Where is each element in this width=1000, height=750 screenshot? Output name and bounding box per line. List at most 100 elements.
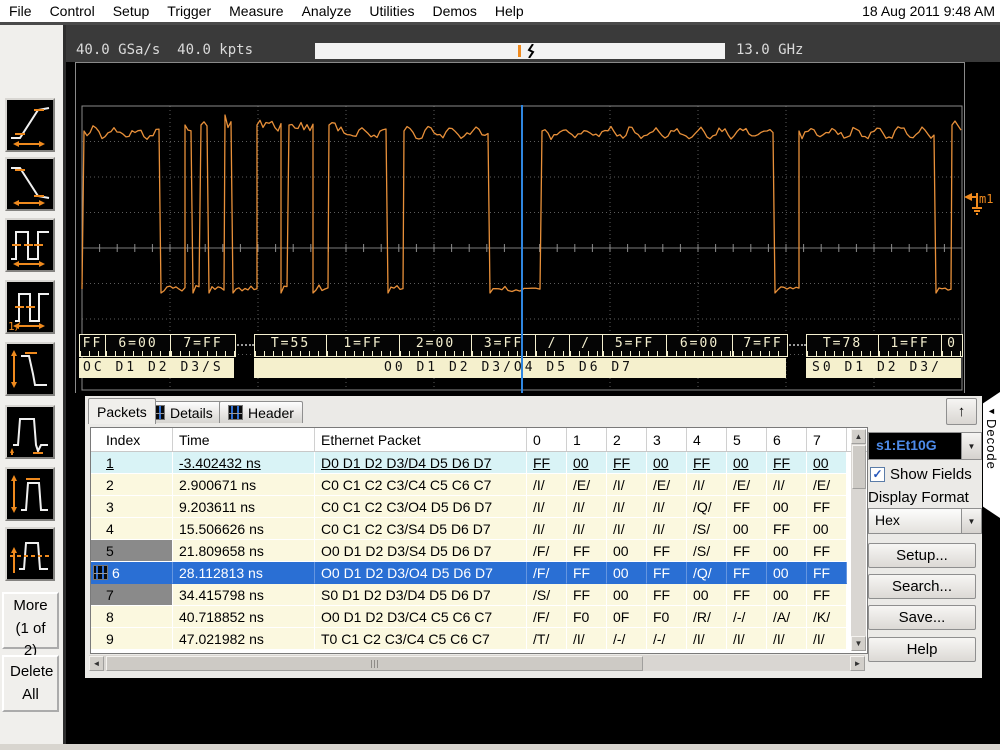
byte-cell-5[interactable]: 00 — [727, 452, 767, 474]
rise-time-button[interactable] — [5, 98, 55, 152]
packet-cell[interactable]: C0 C1 C2 C3/S4 D5 D6 D7 — [315, 518, 527, 540]
scroll-right-icon[interactable]: ► — [850, 656, 865, 671]
byte-cell-1[interactable]: /I/ — [567, 628, 607, 650]
time-cell[interactable]: 2.900671 ns — [173, 474, 315, 496]
byte-cell-5[interactable]: /I/ — [727, 628, 767, 650]
horizontal-scroll-thumb[interactable] — [106, 656, 643, 671]
column-header-byte-0[interactable]: 0 — [527, 428, 567, 451]
byte-cell-4[interactable]: /Q/ — [687, 562, 727, 584]
index-cell[interactable]: 9 — [91, 628, 173, 650]
column-header-index[interactable]: Index — [91, 428, 173, 451]
column-header-byte-2[interactable]: 2 — [607, 428, 647, 451]
byte-cell-3[interactable]: /I/ — [647, 518, 687, 540]
byte-cell-4[interactable]: FF — [687, 452, 727, 474]
index-cell[interactable]: 6 — [91, 562, 173, 584]
byte-cell-6[interactable]: FF — [767, 518, 807, 540]
byte-cell-4[interactable]: /S/ — [687, 540, 727, 562]
byte-cell-4[interactable]: /S/ — [687, 518, 727, 540]
average-level-button[interactable] — [5, 527, 55, 581]
time-cell[interactable]: 15.506626 ns — [173, 518, 315, 540]
packet-row-2[interactable]: 22.900671 nsC0 C1 C2 C3/C4 C5 C6 C7/I//E… — [91, 474, 867, 496]
byte-cell-1[interactable]: F0 — [567, 606, 607, 628]
scroll-left-icon[interactable]: ◄ — [89, 656, 104, 671]
column-header-byte-3[interactable]: 3 — [647, 428, 687, 451]
menu-item-trigger[interactable]: Trigger — [158, 2, 220, 20]
top-level-button[interactable] — [5, 467, 55, 521]
menu-item-utilities[interactable]: Utilities — [360, 2, 423, 20]
packet-cell[interactable]: O0 D1 D2 D3/S4 D5 D6 D7 — [315, 540, 527, 562]
show-fields-checkbox[interactable]: ✓ Show Fields — [870, 466, 972, 483]
byte-cell-1[interactable]: FF — [567, 540, 607, 562]
tab-header[interactable]: Header — [219, 401, 303, 423]
byte-cell-1[interactable]: FF — [567, 584, 607, 606]
packet-cell[interactable]: D0 D1 D2 D3/D4 D5 D6 D7 — [315, 452, 527, 474]
time-cell[interactable]: 34.415798 ns — [173, 584, 315, 606]
byte-cell-3[interactable]: /-/ — [647, 628, 687, 650]
packet-cell[interactable]: O0 D1 D2 D3/C4 C5 C6 C7 — [315, 606, 527, 628]
byte-cell-5[interactable]: FF — [727, 540, 767, 562]
menu-item-demos[interactable]: Demos — [424, 2, 486, 20]
decode-side-tab[interactable]: ◄ Decode — [983, 392, 1000, 518]
column-header-byte-1[interactable]: 1 — [567, 428, 607, 451]
undershoot-button[interactable] — [5, 405, 55, 459]
byte-cell-7[interactable]: 00 — [807, 452, 847, 474]
index-cell[interactable]: 3 — [91, 496, 173, 518]
byte-cell-6[interactable]: /I/ — [767, 628, 807, 650]
packet-row-8[interactable]: 840.718852 nsO0 D1 D2 D3/C4 C5 C6 C7/F/F… — [91, 606, 867, 628]
setup-button[interactable]: Setup... — [868, 543, 976, 568]
column-header-byte-4[interactable]: 4 — [687, 428, 727, 451]
menu-item-help[interactable]: Help — [486, 2, 533, 20]
packet-row-9[interactable]: 947.021982 nsT0 C1 C2 C3/C4 C5 C6 C7/T//… — [91, 628, 867, 650]
byte-cell-3[interactable]: FF — [647, 584, 687, 606]
byte-cell-6[interactable]: /A/ — [767, 606, 807, 628]
byte-cell-0[interactable]: /F/ — [527, 540, 567, 562]
byte-cell-3[interactable]: /E/ — [647, 474, 687, 496]
column-header-byte-5[interactable]: 5 — [727, 428, 767, 451]
byte-cell-0[interactable]: /T/ — [527, 628, 567, 650]
packet-row-3[interactable]: 39.203611 nsC0 C1 C2 C3/O4 D5 D6 D7/I//I… — [91, 496, 867, 518]
byte-cell-2[interactable]: /I/ — [607, 496, 647, 518]
time-cell[interactable]: 40.718852 ns — [173, 606, 315, 628]
byte-cell-5[interactable]: FF — [727, 562, 767, 584]
chevron-down-icon[interactable]: ▼ — [961, 433, 981, 459]
chevron-down-icon[interactable]: ▼ — [961, 509, 981, 533]
display-format-select[interactable]: Hex ▼ — [868, 508, 982, 534]
waveform-display[interactable]: FF6=007=FFOC D1 D2 D3/ST=551=FF2=003=FF/… — [75, 62, 965, 393]
byte-cell-0[interactable]: FF — [527, 452, 567, 474]
byte-cell-5[interactable]: /E/ — [727, 474, 767, 496]
tab-packets[interactable]: Packets — [88, 398, 156, 424]
byte-cell-0[interactable]: /F/ — [527, 606, 567, 628]
byte-cell-7[interactable]: FF — [807, 562, 847, 584]
byte-cell-6[interactable]: /I/ — [767, 474, 807, 496]
scroll-down-icon[interactable]: ▼ — [851, 636, 866, 651]
index-cell[interactable]: 1 — [91, 452, 173, 474]
byte-cell-7[interactable]: /E/ — [807, 474, 847, 496]
byte-cell-3[interactable]: /I/ — [647, 496, 687, 518]
byte-cell-3[interactable]: 00 — [647, 452, 687, 474]
byte-cell-5[interactable]: FF — [727, 584, 767, 606]
byte-cell-0[interactable]: /F/ — [527, 562, 567, 584]
menu-item-setup[interactable]: Setup — [104, 2, 159, 20]
byte-cell-2[interactable]: FF — [607, 452, 647, 474]
packet-row-6[interactable]: 628.112813 nsO0 D1 D2 D3/O4 D5 D6 D7/F/F… — [91, 562, 867, 584]
byte-cell-3[interactable]: FF — [647, 540, 687, 562]
byte-cell-2[interactable]: 00 — [607, 584, 647, 606]
fall-time-button[interactable] — [5, 157, 55, 211]
time-cell[interactable]: 28.112813 ns — [173, 562, 315, 584]
packet-table[interactable]: IndexTimeEthernet Packet01234567 1-3.402… — [90, 427, 868, 654]
save-button[interactable]: Save... — [868, 605, 976, 630]
byte-cell-1[interactable]: FF — [567, 562, 607, 584]
column-header-byte-7[interactable]: 7 — [807, 428, 847, 451]
timebase-cursor[interactable] — [521, 105, 523, 393]
byte-cell-5[interactable]: /-/ — [727, 606, 767, 628]
byte-cell-2[interactable]: /I/ — [607, 474, 647, 496]
byte-cell-0[interactable]: /I/ — [527, 496, 567, 518]
time-cell[interactable]: 21.809658 ns — [173, 540, 315, 562]
packet-row-4[interactable]: 415.506626 nsC0 C1 C2 C3/S4 D5 D6 D7/I//… — [91, 518, 867, 540]
period-button[interactable]: 1/ — [5, 280, 55, 334]
byte-cell-2[interactable]: 0F — [607, 606, 647, 628]
column-header-time[interactable]: Time — [173, 428, 315, 451]
marker-m1[interactable]: m1 — [964, 190, 996, 220]
packet-cell[interactable]: C0 C1 C2 C3/O4 D5 D6 D7 — [315, 496, 527, 518]
packet-cell[interactable]: T0 C1 C2 C3/C4 C5 C6 C7 — [315, 628, 527, 650]
